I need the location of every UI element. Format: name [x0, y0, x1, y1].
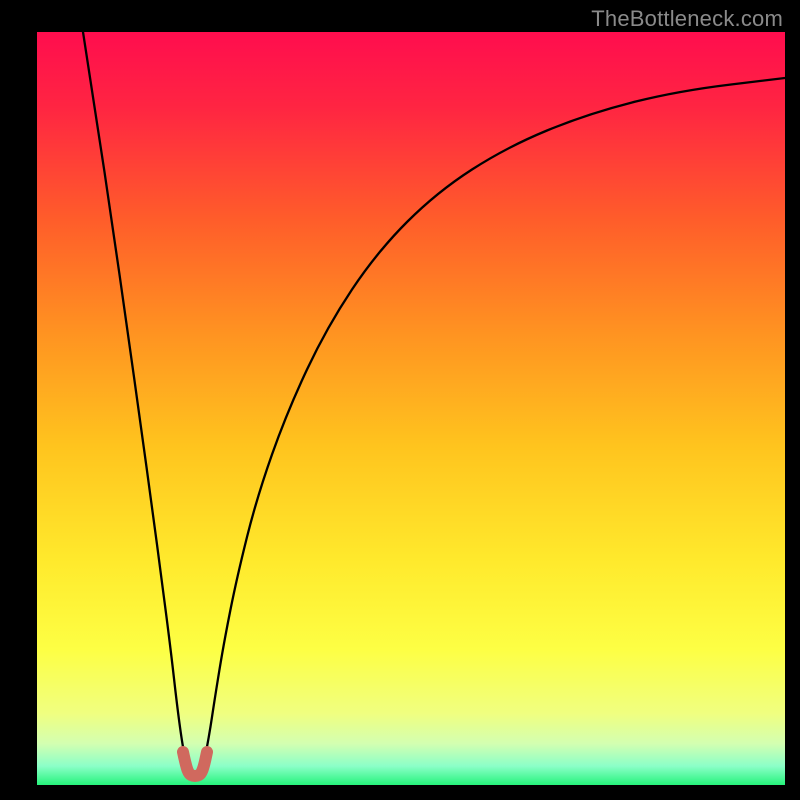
series-right_arm: [205, 78, 786, 760]
bottleneck-curve: [37, 32, 785, 785]
series-notch: [183, 752, 207, 776]
plot-area: [37, 32, 785, 785]
watermark-text: TheBottleneck.com: [591, 6, 783, 32]
chart-frame: TheBottleneck.com: [0, 0, 800, 800]
series-left_arm: [83, 32, 186, 760]
